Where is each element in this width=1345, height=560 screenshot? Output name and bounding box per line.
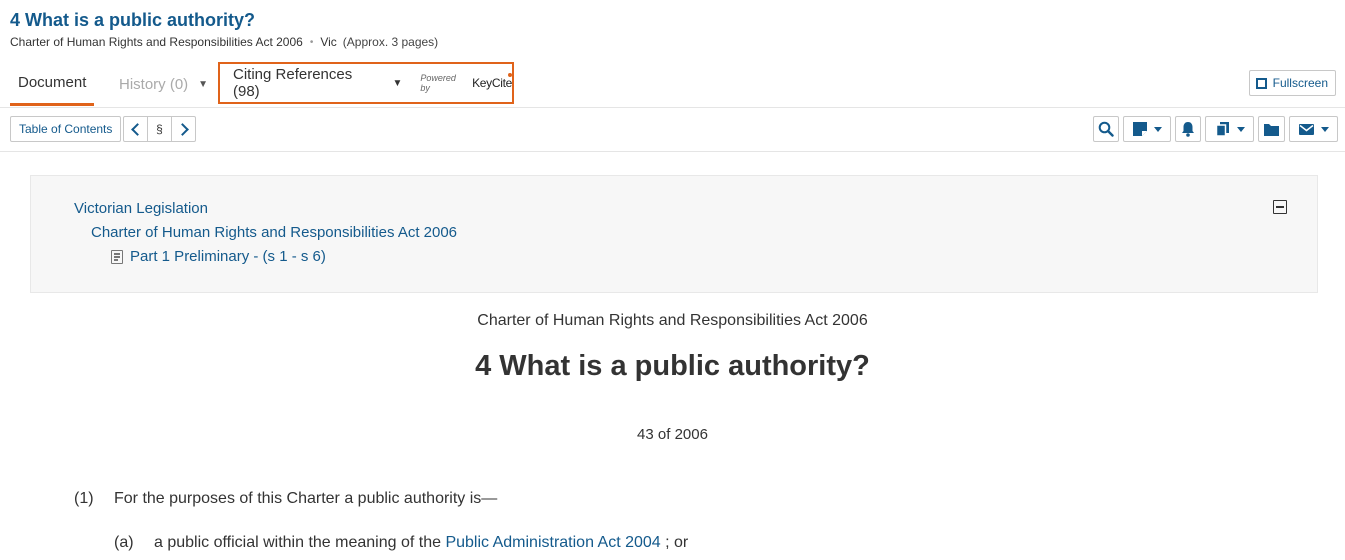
mail-icon <box>1299 123 1314 135</box>
section-symbol-button[interactable]: § <box>147 117 171 141</box>
search-icon <box>1098 121 1114 137</box>
subclause-number: (a) <box>114 534 134 551</box>
breadcrumb-panel: Victorian Legislation Charter of Human R… <box>30 175 1318 293</box>
copy-icon <box>1215 122 1229 137</box>
caret-down-icon <box>1236 126 1245 132</box>
meta-pages: (Approx. 3 pages) <box>342 35 439 49</box>
subclause-text: a public official within the meaning of … <box>154 534 688 552</box>
previous-section-button[interactable] <box>124 117 147 141</box>
keycite-logo: KeyCite <box>472 73 512 90</box>
folder-icon <box>1264 123 1279 136</box>
next-section-button[interactable] <box>171 117 195 141</box>
section-navigation: § <box>123 116 196 142</box>
chevron-right-icon <box>175 122 189 136</box>
document-title: 4 What is a public authority? <box>10 10 256 30</box>
subclause-text-pre: a public official within the meaning of … <box>154 534 441 551</box>
tab-history-label: History (0) <box>119 75 189 93</box>
bell-icon <box>1182 122 1194 137</box>
meta-jurisdiction: Vic <box>320 35 337 49</box>
document-toolbar: Table of Contents § <box>0 108 1345 152</box>
caret-down-icon <box>1321 126 1329 132</box>
alert-button[interactable] <box>1175 116 1201 142</box>
breadcrumb-part-1-label: Part 1 Preliminary - (s 1 - s 6) <box>130 248 326 265</box>
note-icon <box>1133 122 1147 136</box>
copy-button[interactable] <box>1205 116 1254 142</box>
caret-down-icon: ▼ <box>392 77 403 89</box>
tab-history[interactable]: History (0) ▼ <box>119 62 208 106</box>
subclause-text-post: ; or <box>665 534 689 551</box>
table-of-contents-button[interactable]: Table of Contents <box>10 116 122 142</box>
breadcrumb-charter-act[interactable]: Charter of Human Rights and Responsibili… <box>91 224 457 241</box>
keycite-dot <box>508 73 512 77</box>
fullscreen-button[interactable]: Fullscreen <box>1248 70 1336 96</box>
document-icon <box>111 249 123 264</box>
tab-document[interactable]: Document <box>10 62 95 106</box>
document-header: 4 What is a public authority? Charter of… <box>10 8 438 49</box>
tab-citing-label: Citing References (98) <box>233 66 353 100</box>
keycite-logo-text: KeyCite <box>472 76 512 90</box>
public-administration-act-link[interactable]: Public Administration Act 2004 <box>445 534 660 551</box>
save-to-folder-button[interactable] <box>1258 116 1285 142</box>
email-button[interactable] <box>1289 116 1338 142</box>
tab-citing-references[interactable]: Citing References (98) ▼ Powered by KeyC… <box>218 62 514 104</box>
breadcrumb-victorian-legislation[interactable]: Victorian Legislation <box>74 200 208 217</box>
meta-separator: • <box>309 36 314 48</box>
act-number: 43 of 2006 <box>637 426 708 443</box>
meta-act: Charter of Human Rights and Responsibili… <box>10 35 303 49</box>
collapse-icon[interactable] <box>1273 200 1287 214</box>
clause-number: (1) <box>74 490 94 507</box>
search-button[interactable] <box>1093 116 1119 142</box>
annotations-button[interactable] <box>1123 116 1171 142</box>
tab-bar: Document History (0) ▼ Citing References… <box>0 62 1345 108</box>
caret-down-icon: ▼ <box>198 78 209 90</box>
caret-down-icon <box>1154 126 1162 132</box>
document-meta: Charter of Human Rights and Responsibili… <box>10 35 438 49</box>
fullscreen-label: Fullscreen <box>1272 76 1328 90</box>
chevron-left-icon <box>130 122 144 136</box>
fullscreen-icon <box>1255 77 1267 89</box>
powered-by-text: Powered by <box>420 73 456 93</box>
act-name: Charter of Human Rights and Responsibili… <box>477 312 868 329</box>
breadcrumb-part-1[interactable]: Part 1 Preliminary - (s 1 - s 6) <box>111 248 326 265</box>
clause-text: For the purposes of this Charter a publi… <box>114 490 498 507</box>
section-title: 4 What is a public authority? <box>475 350 870 382</box>
